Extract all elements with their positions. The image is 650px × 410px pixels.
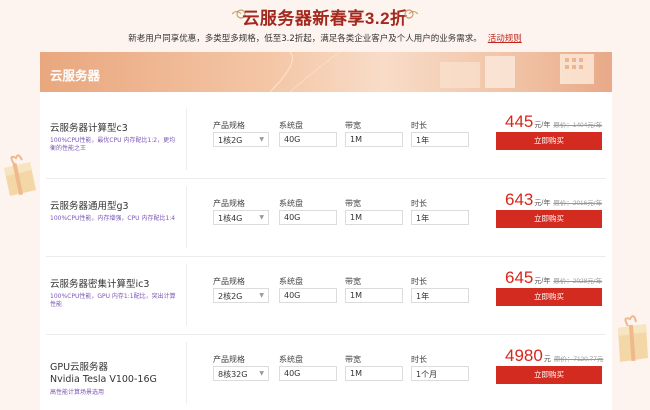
- product-description: 100%CPU性能，内存增强，CPU 内存配比1:4: [50, 215, 176, 222]
- chevron-down-icon: ▼: [259, 214, 264, 221]
- spec-value: 2核2G: [218, 292, 243, 301]
- duration-input[interactable]: 1年: [411, 210, 469, 225]
- disk-label: 系统盘: [279, 199, 303, 208]
- rules-link[interactable]: 活动规则: [488, 34, 522, 44]
- bandwidth-label: 带宽: [345, 199, 361, 208]
- disk-label: 系统盘: [279, 277, 303, 286]
- spec-value: 1核2G: [218, 136, 243, 145]
- bandwidth-input[interactable]: 1M: [345, 210, 403, 225]
- disk-value: 40G: [284, 291, 301, 300]
- row-separator: [186, 342, 187, 404]
- chevron-down-icon: ▼: [259, 292, 264, 299]
- product-row: GPU云服务器 Nvidia Tesla V100-16G 高性能计算场景选用 …: [40, 334, 612, 410]
- duration-input[interactable]: 1个月: [411, 366, 469, 381]
- product-row: 云服务器通用型g3 100%CPU性能，内存增强，CPU 内存配比1:4 产品规…: [40, 178, 612, 256]
- bandwidth-label: 带宽: [345, 277, 361, 286]
- disk-input[interactable]: 40G: [279, 288, 337, 303]
- buy-now-button[interactable]: 立即购买: [496, 366, 602, 384]
- disk-label: 系统盘: [279, 355, 303, 364]
- duration-label: 时长: [411, 121, 427, 130]
- price: 4980元 原价：7120.77元: [505, 346, 603, 366]
- price: 643元/年 原价：2016元/年: [505, 190, 602, 210]
- bandwidth-label: 带宽: [345, 121, 361, 130]
- subtitle-text: 新老用户同享优惠，多类型多规格，低至3.2折起，满足各类企业客户及个人用户的业务…: [128, 34, 482, 44]
- original-price: 原价：2016元/年: [553, 200, 603, 207]
- disk-input[interactable]: 40G: [279, 366, 337, 381]
- bandwidth-label: 带宽: [345, 355, 361, 364]
- chevron-down-icon: ▼: [259, 136, 264, 143]
- bandwidth-value: 1M: [350, 135, 362, 144]
- original-price: 原价：2028元/年: [553, 278, 603, 285]
- price-unit: 元/年: [534, 200, 551, 207]
- disk-value: 40G: [284, 369, 301, 378]
- section-banner: 云服务器: [40, 52, 612, 92]
- product-row: 云服务器密集计算型ic3 100%CPU性能，GPU 内存1:1配比，突出计算性…: [40, 256, 612, 334]
- duration-input[interactable]: 1年: [411, 288, 469, 303]
- spec-value: 8核32G: [218, 370, 248, 379]
- price-unit: 元/年: [534, 278, 551, 285]
- price-value: 445: [505, 112, 534, 131]
- row-separator: [186, 264, 187, 326]
- spec-select[interactable]: 8核32G ▼: [213, 366, 269, 381]
- original-price: 原价：7120.77元: [553, 356, 604, 363]
- original-price: 原价：1404元/年: [553, 122, 603, 129]
- page-subtitle: 新老用户同享优惠，多类型多规格，低至3.2折起，满足各类企业客户及个人用户的业务…: [0, 32, 650, 44]
- price: 645元/年 原价：2028元/年: [505, 268, 602, 288]
- bandwidth-input[interactable]: 1M: [345, 366, 403, 381]
- buy-now-button[interactable]: 立即购买: [496, 132, 602, 150]
- spec-value: 1核4G: [218, 214, 243, 223]
- product-name: 云服务器密集计算型ic3: [50, 279, 150, 290]
- gift-box-icon: [4, 154, 36, 196]
- ornament-right-icon: [404, 9, 418, 19]
- product-name: 云服务器计算型c3: [50, 123, 128, 134]
- page-title: 云服务器新春享3.2折: [242, 9, 408, 28]
- product-description: 100%CPU性能，GPU 内存1:1配比，突出计算性能: [50, 293, 176, 308]
- spec-label: 产品规格: [213, 121, 245, 130]
- gift-box-icon: [618, 315, 648, 362]
- banner-decoration-icon: [269, 52, 594, 92]
- bandwidth-input[interactable]: 1M: [345, 288, 403, 303]
- disk-label: 系统盘: [279, 121, 303, 130]
- disk-input[interactable]: 40G: [279, 210, 337, 225]
- duration-value: 1年: [416, 214, 430, 223]
- price-value: 643: [505, 190, 534, 209]
- spec-select[interactable]: 1核4G ▼: [213, 210, 269, 225]
- duration-label: 时长: [411, 199, 427, 208]
- disk-input[interactable]: 40G: [279, 132, 337, 147]
- chevron-down-icon: ▼: [259, 370, 264, 377]
- row-separator: [186, 108, 187, 170]
- price-unit: 元: [543, 356, 551, 363]
- duration-label: 时长: [411, 355, 427, 364]
- price-unit: 元/年: [534, 122, 551, 129]
- spec-label: 产品规格: [213, 199, 245, 208]
- row-separator: [186, 186, 187, 248]
- spec-select[interactable]: 2核2G ▼: [213, 288, 269, 303]
- duration-value: 1年: [416, 292, 430, 301]
- product-description: 高性能计算场景选用: [50, 389, 105, 396]
- product-name: 云服务器通用型g3: [50, 201, 129, 212]
- duration-input[interactable]: 1年: [411, 132, 469, 147]
- spec-label: 产品规格: [213, 355, 245, 364]
- product-description: 100%CPU性能，最优CPU 内存配比1:2，更均衡的性能之王: [50, 137, 176, 152]
- price-value: 4980: [505, 346, 543, 365]
- bandwidth-value: 1M: [350, 369, 362, 378]
- duration-value: 1个月: [416, 370, 438, 379]
- product-row: 云服务器计算型c3 100%CPU性能，最优CPU 内存配比1:2，更均衡的性能…: [40, 100, 612, 178]
- product-panel: 云服务器 云服务器计算型c3 100%CPU性能，最优CPU 内存配比1:2，更…: [40, 52, 612, 410]
- buy-now-button[interactable]: 立即购买: [496, 288, 602, 306]
- disk-value: 40G: [284, 135, 301, 144]
- duration-value: 1年: [416, 136, 430, 145]
- duration-label: 时长: [411, 277, 427, 286]
- banner-title: 云服务器: [50, 69, 101, 83]
- disk-value: 40G: [284, 213, 301, 222]
- bandwidth-input[interactable]: 1M: [345, 132, 403, 147]
- buy-now-button[interactable]: 立即购买: [496, 210, 602, 228]
- bandwidth-value: 1M: [350, 291, 362, 300]
- price-value: 645: [505, 268, 534, 287]
- spec-label: 产品规格: [213, 277, 245, 286]
- product-name: GPU云服务器 Nvidia Tesla V100-16G: [50, 362, 157, 385]
- spec-select[interactable]: 1核2G ▼: [213, 132, 269, 147]
- bandwidth-value: 1M: [350, 213, 362, 222]
- price: 445元/年 原价：1404元/年: [505, 112, 602, 132]
